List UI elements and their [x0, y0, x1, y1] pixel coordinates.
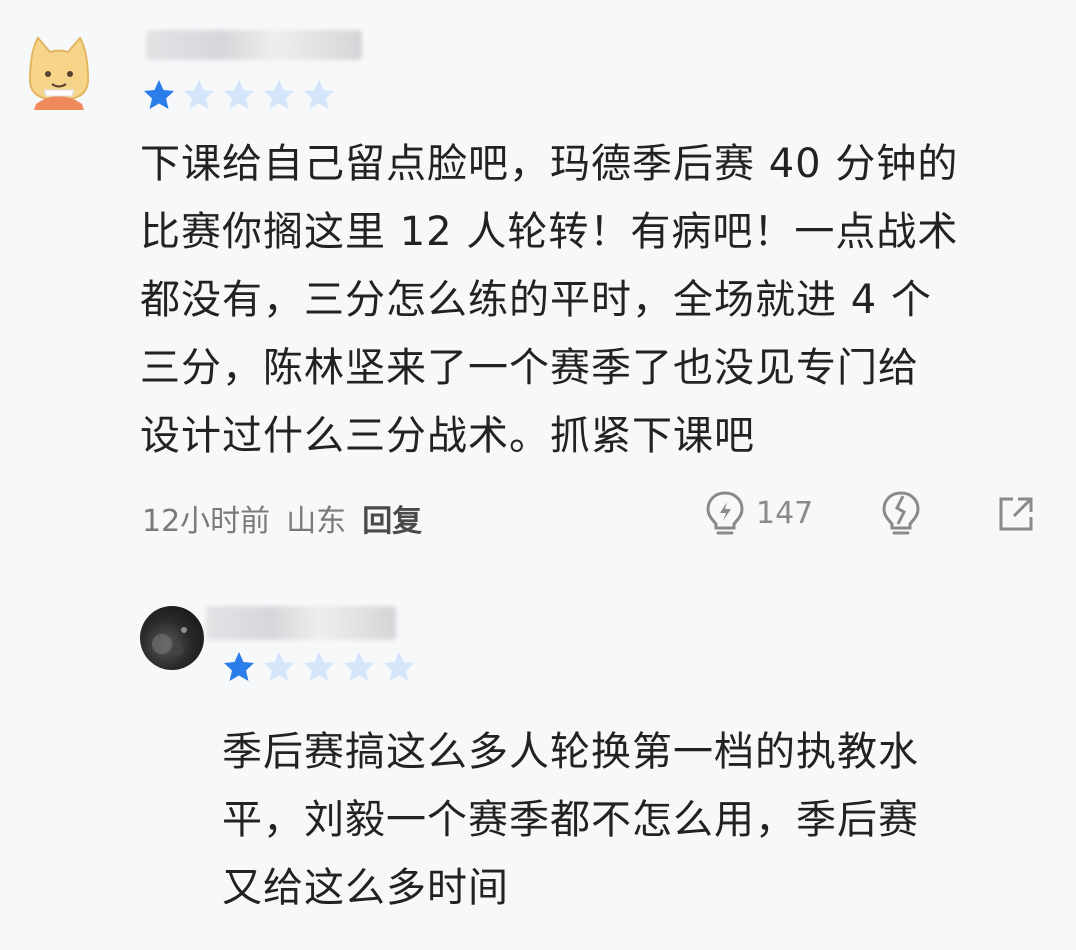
star-empty-icon	[384, 652, 414, 681]
timestamp: 12小时前	[142, 504, 271, 539]
share-button[interactable]	[996, 494, 1036, 534]
star-empty-icon	[304, 652, 334, 681]
star-empty-icon	[184, 80, 214, 109]
star-filled-icon	[144, 80, 174, 109]
dislike-button[interactable]	[880, 490, 922, 536]
comment-item: 季后赛搞这么多人轮换第一档的执教水 平，刘毅一个赛季都不怎么用，季后赛 又给这么…	[0, 580, 1076, 950]
cat-avatar-icon	[28, 36, 90, 110]
username-redacted	[206, 606, 396, 640]
avatar[interactable]	[22, 30, 96, 110]
star-rating	[222, 650, 416, 684]
reply-button[interactable]: 回复	[362, 496, 422, 540]
star-empty-icon	[264, 80, 294, 109]
star-empty-icon	[224, 80, 254, 109]
comment-text: 季后赛搞这么多人轮换第一档的执教水 平，刘毅一个赛季都不怎么用，季后赛 又给这么…	[222, 729, 919, 911]
location: 山东	[286, 504, 347, 539]
star-empty-icon	[304, 80, 334, 109]
comment-meta: 12小时前 山东 回复	[142, 496, 422, 540]
comment-text: 下课给自己留点脸吧，玛德季后赛 40 分钟的 比赛你搁这里 12 人轮转！有病吧…	[140, 141, 959, 459]
star-empty-icon	[264, 652, 294, 681]
star-empty-icon	[344, 652, 374, 681]
broken-lightbulb-icon	[882, 491, 920, 535]
comment-item: 下课给自己留点脸吧，玛德季后赛 40 分钟的 比赛你搁这里 12 人轮转！有病吧…	[0, 0, 1076, 560]
like-button[interactable]: 147	[704, 490, 813, 536]
lightbulb-icon	[706, 491, 744, 535]
like-count: 147	[756, 495, 814, 531]
share-icon	[999, 497, 1033, 531]
star-rating	[142, 78, 336, 112]
photo-avatar-icon	[152, 627, 187, 656]
star-filled-icon	[224, 652, 254, 681]
username-redacted	[146, 30, 362, 60]
avatar[interactable]	[140, 606, 204, 670]
